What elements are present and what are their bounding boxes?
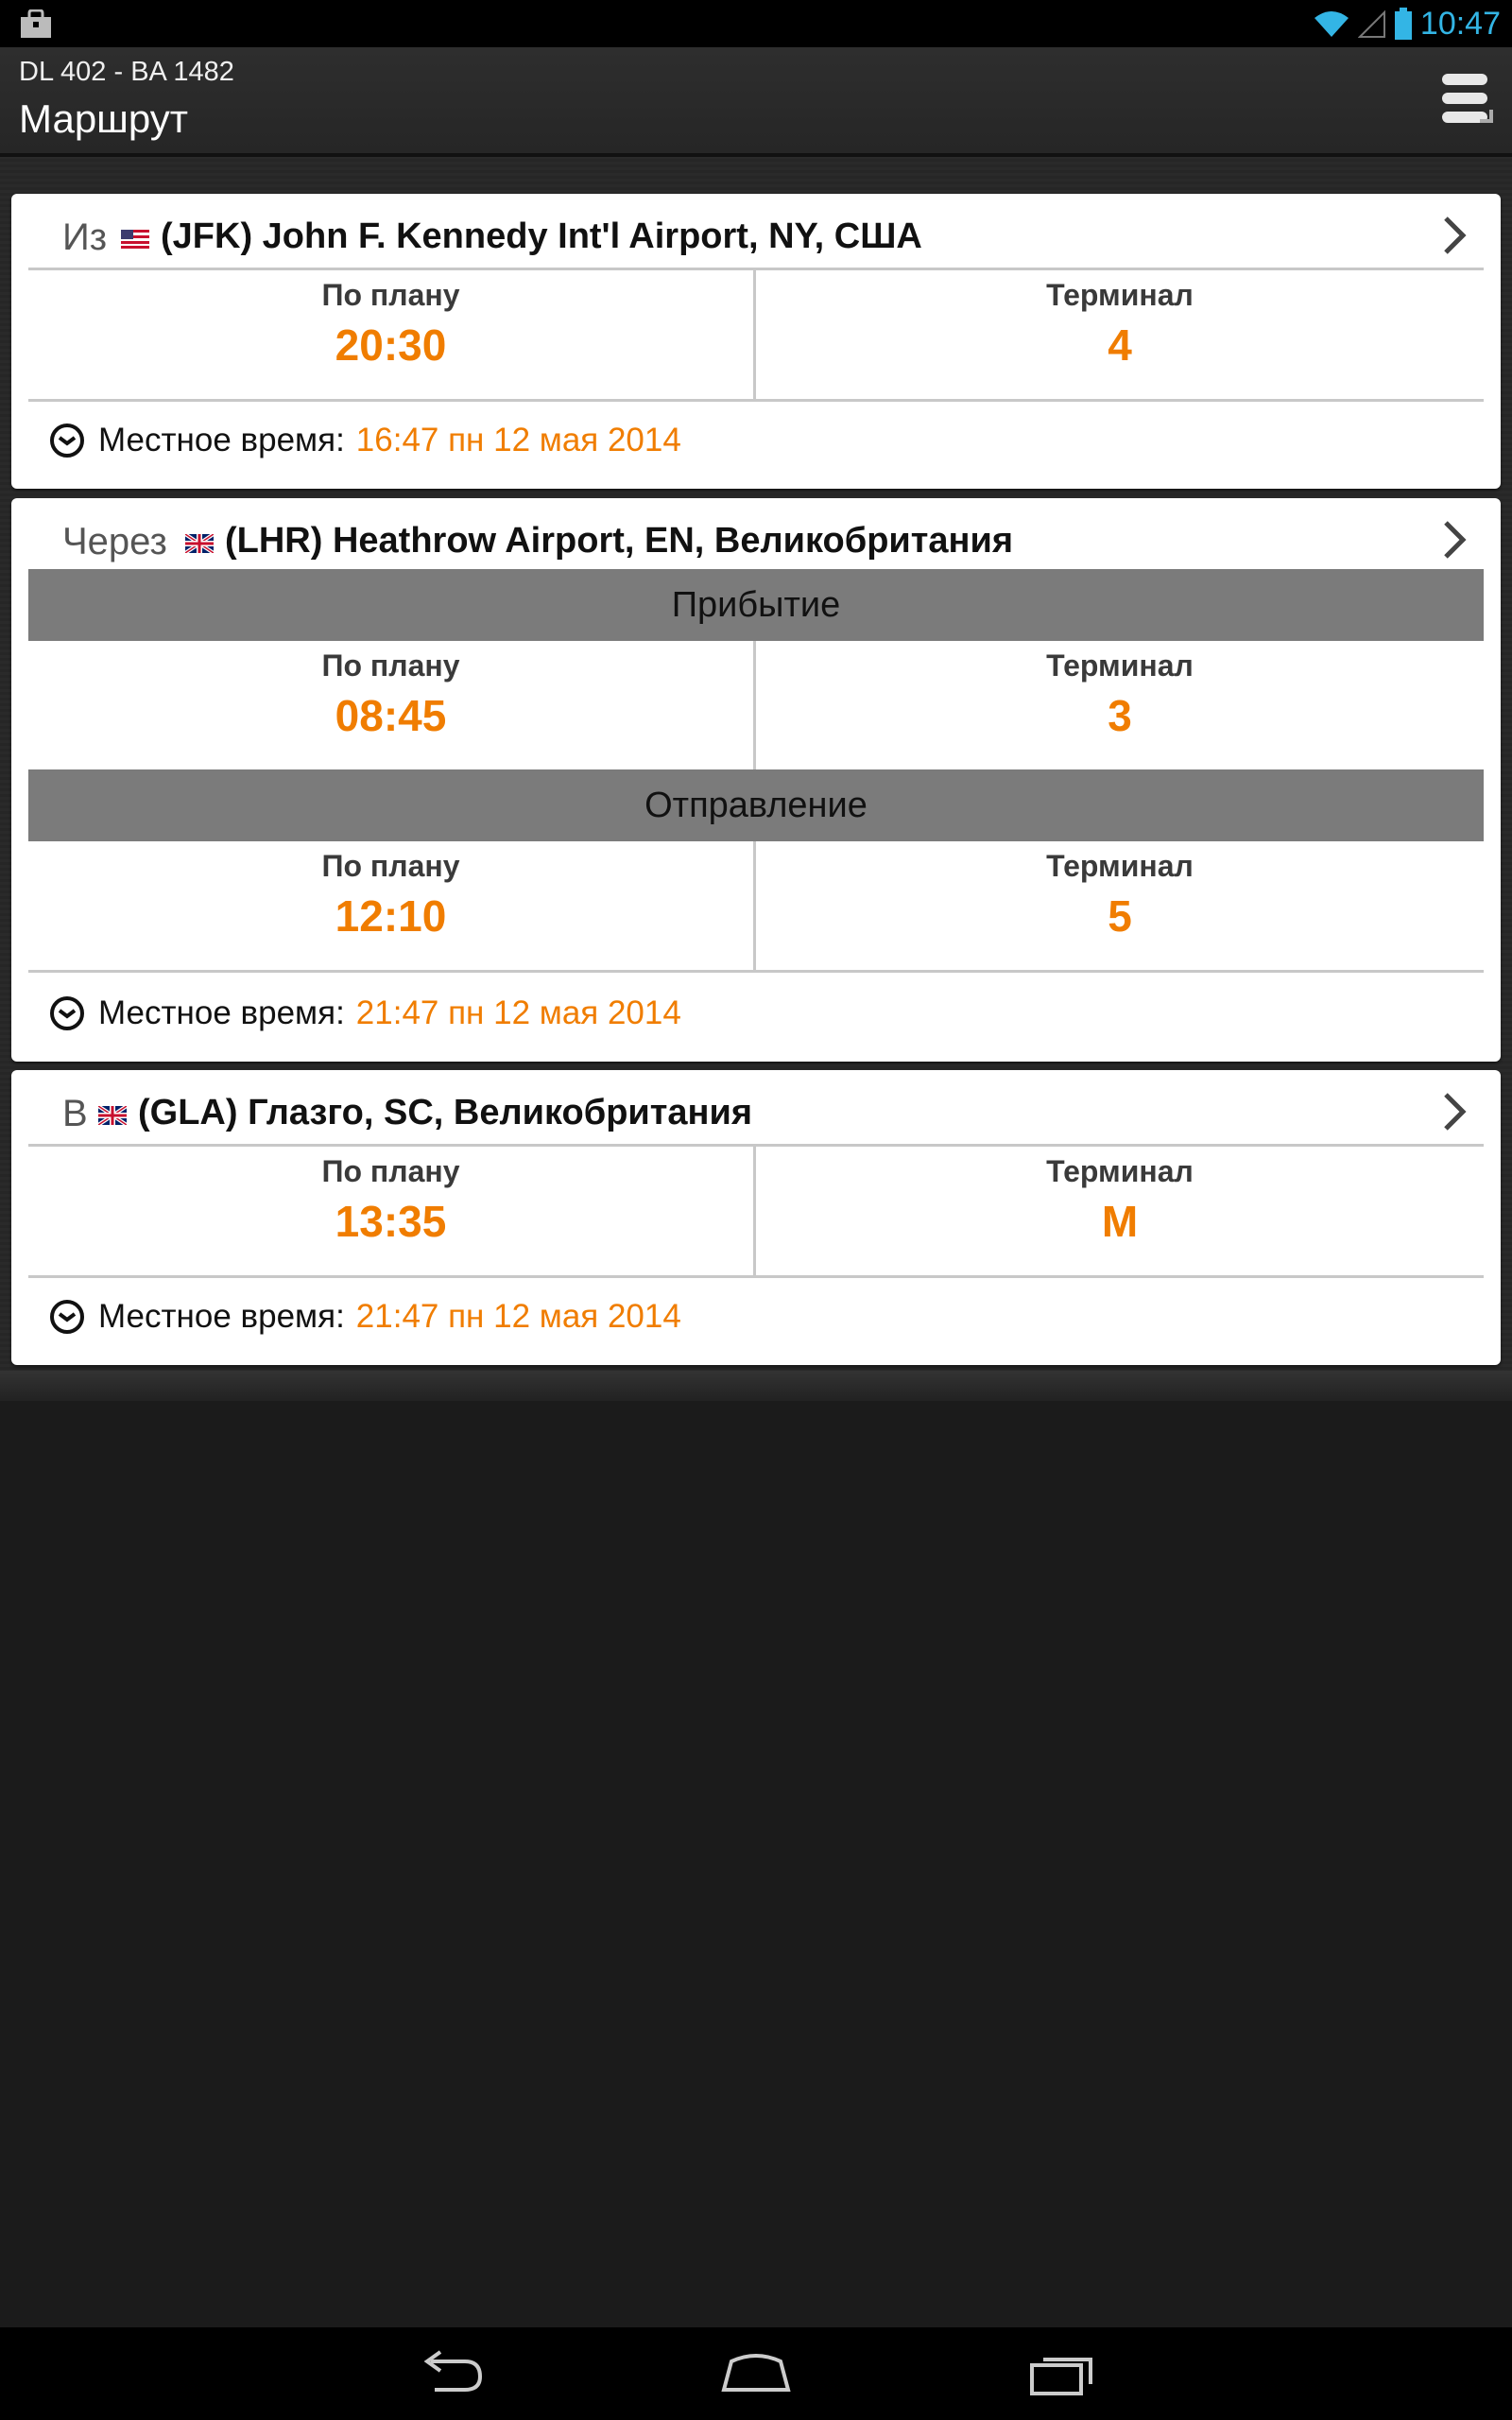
transit-prefix: Через	[62, 521, 167, 562]
transit-local-time: Местное время: 21:47 пн 12 мая 2014	[49, 990, 681, 1037]
clock-icon	[50, 1300, 84, 1334]
origin-header[interactable]: Из (JFK) John F. Kennedy Int'l Airport, …	[28, 194, 1484, 270]
status-bar: 10:47	[0, 0, 1512, 47]
origin-schedule: По плану 20:30 Терминал 4	[28, 270, 1484, 402]
wifi-icon	[1314, 11, 1349, 37]
home-icon[interactable]	[718, 2348, 794, 2399]
scheduled-time: 13:35	[335, 1197, 447, 1246]
overflow-menu-icon[interactable]	[1438, 68, 1495, 132]
origin-card: Из (JFK) John F. Kennedy Int'l Airport, …	[11, 194, 1501, 489]
origin-prefix: Из	[62, 216, 108, 258]
destination-airport: (GLA) Глазго, SC, Великобритания	[138, 1093, 752, 1132]
battery-icon	[1394, 8, 1412, 40]
local-time-label: Местное время:	[98, 1298, 345, 1335]
local-time-value: 16:47 пн 12 мая 2014	[355, 422, 681, 458]
signal-icon	[1357, 9, 1385, 38]
terminal-label: Терминал	[1046, 849, 1194, 883]
uk-flag-icon	[185, 534, 214, 553]
action-bar: DL 402 - BA 1482 Маршрут	[0, 47, 1512, 157]
chevron-right-icon	[1444, 1093, 1467, 1131]
arrival-band: Прибытие	[28, 569, 1484, 641]
back-icon[interactable]	[412, 2348, 488, 2399]
terminal-cell: Терминал 5	[756, 841, 1484, 970]
clock: 10:47	[1419, 5, 1501, 42]
transit-card: Через (LHR) Heathrow Airport, EN, Велико…	[11, 498, 1501, 1062]
scheduled-cell: По плану 20:30	[28, 270, 756, 399]
list-bottom-edge	[0, 1371, 1512, 1401]
departure-schedule: По плану 12:10 Терминал 5	[28, 841, 1484, 973]
terminal-value: M	[1101, 1197, 1139, 1246]
clock-icon	[50, 424, 84, 458]
terminal-label: Терминал	[1046, 648, 1194, 683]
origin-airport: (JFK) John F. Kennedy Int'l Airport, NY,…	[161, 216, 922, 256]
departure-band: Отправление	[28, 769, 1484, 841]
scheduled-cell: По плану 08:45	[28, 641, 756, 769]
destination-header[interactable]: В (GLA) Глазго, SC, Великобритания	[28, 1070, 1484, 1147]
terminal-cell: Терминал M	[756, 1147, 1484, 1275]
chevron-right-icon	[1444, 216, 1467, 254]
transit-airport: (LHR) Heathrow Airport, EN, Великобритан…	[225, 521, 1013, 561]
chevron-right-icon	[1444, 521, 1467, 559]
scheduled-label: По плану	[321, 849, 460, 883]
terminal-label: Терминал	[1046, 1154, 1194, 1188]
local-time-label: Местное время:	[98, 422, 345, 458]
us-flag-icon	[121, 230, 149, 249]
scheduled-label: По плану	[321, 1154, 460, 1188]
destination-prefix: В	[62, 1093, 88, 1134]
scheduled-cell: По плану 12:10	[28, 841, 756, 970]
destination-schedule: По плану 13:35 Терминал M	[28, 1147, 1484, 1278]
destination-card: В (GLA) Глазго, SC, Великобритания По пл…	[11, 1070, 1501, 1365]
system-nav-bar	[0, 2327, 1512, 2420]
terminal-cell: Терминал 3	[756, 641, 1484, 769]
transit-header[interactable]: Через (LHR) Heathrow Airport, EN, Велико…	[28, 498, 1484, 572]
clock-icon	[50, 996, 84, 1030]
local-time-label: Местное время:	[98, 994, 345, 1031]
terminal-cell: Терминал 4	[756, 270, 1484, 399]
page-title: Маршрут	[19, 96, 188, 141]
origin-local-time: Местное время: 16:47 пн 12 мая 2014	[49, 417, 681, 464]
arrival-schedule: По плану 08:45 Терминал 3	[28, 641, 1484, 769]
recent-apps-icon[interactable]	[1026, 2348, 1102, 2399]
scheduled-label: По плану	[321, 278, 460, 312]
local-time-value: 21:47 пн 12 мая 2014	[355, 1298, 681, 1335]
scheduled-time: 12:10	[335, 891, 447, 941]
local-time-value: 21:47 пн 12 мая 2014	[355, 994, 681, 1031]
destination-local-time: Местное время: 21:47 пн 12 мая 2014	[49, 1293, 681, 1340]
scheduled-label: По плану	[321, 648, 460, 683]
terminal-value: 4	[1108, 320, 1132, 370]
terminal-label: Терминал	[1046, 278, 1194, 312]
shopping-bag-icon	[21, 9, 51, 38]
terminal-value: 3	[1108, 691, 1132, 740]
uk-flag-icon	[98, 1106, 127, 1125]
scheduled-time: 20:30	[335, 320, 447, 370]
terminal-value: 5	[1108, 891, 1132, 941]
scheduled-cell: По плану 13:35	[28, 1147, 756, 1275]
scheduled-time: 08:45	[335, 691, 447, 740]
flight-numbers: DL 402 - BA 1482	[19, 57, 234, 87]
